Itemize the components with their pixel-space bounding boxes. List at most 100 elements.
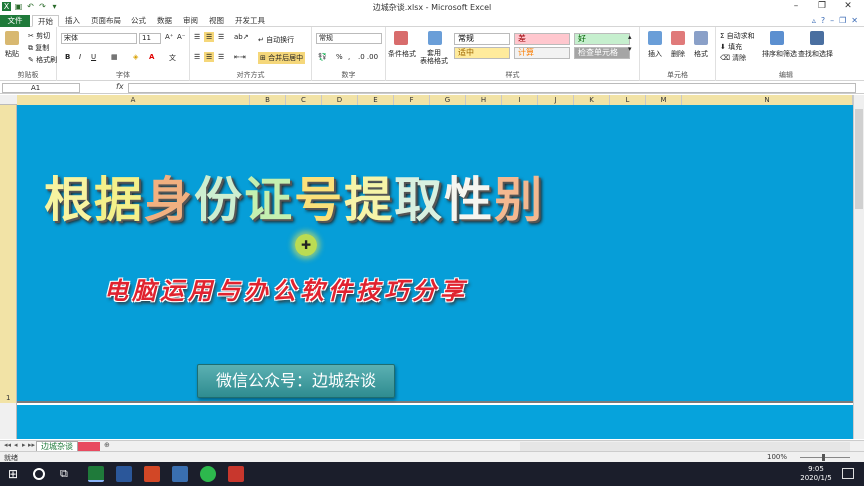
tab-formulas[interactable]: 公式 bbox=[126, 15, 151, 27]
column-header-h[interactable]: H bbox=[466, 95, 502, 105]
restore-button[interactable]: ❐ bbox=[814, 1, 830, 11]
zoom-slider-knob[interactable] bbox=[822, 454, 825, 461]
cell-style-5[interactable]: 检查单元格 bbox=[574, 47, 630, 59]
cut-button[interactable]: ✂ 剪切 bbox=[28, 31, 50, 41]
paste-button[interactable]: 粘贴 bbox=[5, 49, 19, 59]
tab-developer[interactable]: 开发工具 bbox=[230, 15, 270, 27]
close-button[interactable]: ✕ bbox=[840, 1, 856, 11]
next-sheet-icon[interactable]: ▸ bbox=[22, 441, 26, 449]
column-header-e[interactable]: E bbox=[358, 95, 394, 105]
conditional-format-button[interactable]: 条件格式 bbox=[388, 49, 416, 59]
align-top-icon[interactable]: ☰ bbox=[194, 33, 200, 41]
tab-home[interactable]: 开始 bbox=[32, 15, 59, 27]
prev-sheet-icon[interactable]: ◂ bbox=[14, 441, 18, 449]
collapse-ribbon-icon[interactable]: ▵ bbox=[812, 16, 816, 25]
window-close-icon[interactable]: ✕ bbox=[851, 16, 858, 25]
zoom-level[interactable]: 100% bbox=[767, 453, 787, 461]
percent-button[interactable]: % bbox=[336, 53, 343, 61]
task-view-icon[interactable]: ⧉ bbox=[60, 466, 76, 482]
autosum-button[interactable]: Σ 自动求和 bbox=[720, 31, 755, 41]
tab-data[interactable]: 数据 bbox=[152, 15, 177, 27]
column-header-l[interactable]: L bbox=[610, 95, 646, 105]
cell-style-4[interactable]: 计算 bbox=[514, 47, 570, 59]
notification-icon[interactable] bbox=[842, 468, 854, 479]
fill-button[interactable]: ⬇ 填充 bbox=[720, 42, 742, 52]
windows-start-icon[interactable]: ⊞ bbox=[8, 466, 24, 482]
format-as-table-button[interactable]: 套用 表格格式 bbox=[420, 49, 448, 65]
column-header-g[interactable]: G bbox=[430, 95, 466, 105]
window-min-icon[interactable]: – bbox=[830, 16, 834, 25]
font-color-icon[interactable]: A bbox=[149, 53, 154, 61]
insert-function-icon[interactable]: fx bbox=[116, 82, 124, 91]
sort-filter-button[interactable]: 排序和筛选 bbox=[762, 49, 797, 59]
delete-cells-button[interactable]: 删除 bbox=[671, 49, 685, 59]
find-select-icon[interactable] bbox=[810, 31, 824, 45]
number-format-select[interactable]: 常规 bbox=[316, 33, 382, 44]
first-sheet-icon[interactable]: ◂◂ bbox=[4, 441, 11, 449]
align-middle-icon[interactable]: ☰ bbox=[204, 32, 215, 42]
wps-taskbar-icon[interactable] bbox=[228, 466, 244, 482]
column-header-b[interactable]: B bbox=[250, 95, 286, 105]
indent-icon[interactable]: ⇤⇥ bbox=[234, 53, 246, 61]
column-header-m[interactable]: M bbox=[646, 95, 682, 105]
wrap-text-button[interactable]: ↵ 自动换行 bbox=[258, 35, 294, 45]
zoom-slider[interactable] bbox=[800, 457, 850, 458]
copy-button[interactable]: ⧉ 复制 bbox=[28, 43, 49, 53]
align-left-icon[interactable]: ☰ bbox=[194, 53, 200, 61]
tab-file[interactable]: 文件 bbox=[0, 15, 30, 27]
find-select-button[interactable]: 查找和选择 bbox=[798, 49, 833, 59]
word-taskbar-icon[interactable] bbox=[116, 466, 132, 482]
tab-page-layout[interactable]: 页面布局 bbox=[86, 15, 126, 27]
font-size-select[interactable]: 11 bbox=[139, 33, 161, 44]
column-header-f[interactable]: F bbox=[394, 95, 430, 105]
tab-review[interactable]: 审阅 bbox=[178, 15, 203, 27]
fill-color-icon[interactable]: ◈ bbox=[133, 53, 138, 61]
clear-button[interactable]: ⌫ 清除 bbox=[720, 53, 746, 63]
column-header-n[interactable]: N bbox=[682, 95, 853, 105]
minimize-button[interactable]: – bbox=[788, 1, 804, 11]
font-name-select[interactable]: 宋体 bbox=[61, 33, 137, 44]
insert-cells-button[interactable]: 插入 bbox=[648, 49, 662, 59]
italic-button[interactable]: I bbox=[79, 53, 81, 61]
row-header-1[interactable] bbox=[0, 105, 17, 403]
column-header-c[interactable]: C bbox=[286, 95, 322, 105]
new-sheet-icon[interactable]: ⊕ bbox=[104, 441, 110, 449]
format-cells-button[interactable]: 格式 bbox=[694, 49, 708, 59]
app-taskbar-icon[interactable] bbox=[172, 466, 188, 482]
styles-scroll-up-icon[interactable]: ▴ bbox=[628, 33, 632, 41]
sort-filter-icon[interactable] bbox=[770, 31, 784, 45]
wechat-account-button[interactable]: 微信公众号：边城杂谈 bbox=[197, 364, 395, 398]
tab-view[interactable]: 视图 bbox=[204, 15, 229, 27]
align-right-icon[interactable]: ☰ bbox=[218, 53, 224, 61]
font-shrink-icon[interactable]: A⁻ bbox=[177, 33, 185, 41]
currency-icon[interactable]: 💱 bbox=[318, 53, 327, 61]
format-as-table-icon[interactable] bbox=[428, 31, 442, 45]
search-icon[interactable] bbox=[33, 468, 45, 480]
merge-center-button[interactable]: ⊞ 合并后居中 bbox=[258, 52, 306, 64]
cell-style-0[interactable]: 常规 bbox=[454, 33, 510, 45]
sheet-area-below[interactable] bbox=[17, 405, 853, 439]
underline-button[interactable]: U bbox=[91, 53, 96, 61]
last-sheet-icon[interactable]: ▸▸ bbox=[28, 441, 35, 449]
wechat-taskbar-icon[interactable] bbox=[200, 466, 216, 482]
taskbar-clock[interactable]: 9:05 2020/1/5 bbox=[796, 465, 836, 483]
window-restore-icon[interactable]: ❐ bbox=[839, 16, 846, 25]
phonetic-icon[interactable]: 文 bbox=[169, 53, 176, 63]
excel-taskbar-icon[interactable] bbox=[88, 466, 104, 482]
vertical-scrollbar[interactable] bbox=[853, 95, 864, 439]
column-header-a[interactable]: A bbox=[17, 95, 250, 105]
decimal-icon[interactable]: .0 .00 bbox=[358, 53, 378, 61]
column-header-d[interactable]: D bbox=[322, 95, 358, 105]
column-header-k[interactable]: K bbox=[574, 95, 610, 105]
name-box[interactable]: A1 bbox=[2, 83, 80, 93]
paste-icon[interactable] bbox=[5, 31, 19, 45]
styles-scroll-down-icon[interactable]: ▾ bbox=[628, 45, 632, 53]
cell-style-3[interactable]: 适中 bbox=[454, 47, 510, 59]
comma-button[interactable]: , bbox=[348, 53, 350, 61]
align-bottom-icon[interactable]: ☰ bbox=[218, 33, 224, 41]
border-icon[interactable]: ▦ bbox=[111, 53, 118, 61]
format-cells-icon[interactable] bbox=[694, 31, 708, 45]
merged-cell-a1[interactable] bbox=[17, 105, 853, 403]
vertical-scroll-thumb[interactable] bbox=[855, 109, 863, 209]
column-header-j[interactable]: J bbox=[538, 95, 574, 105]
